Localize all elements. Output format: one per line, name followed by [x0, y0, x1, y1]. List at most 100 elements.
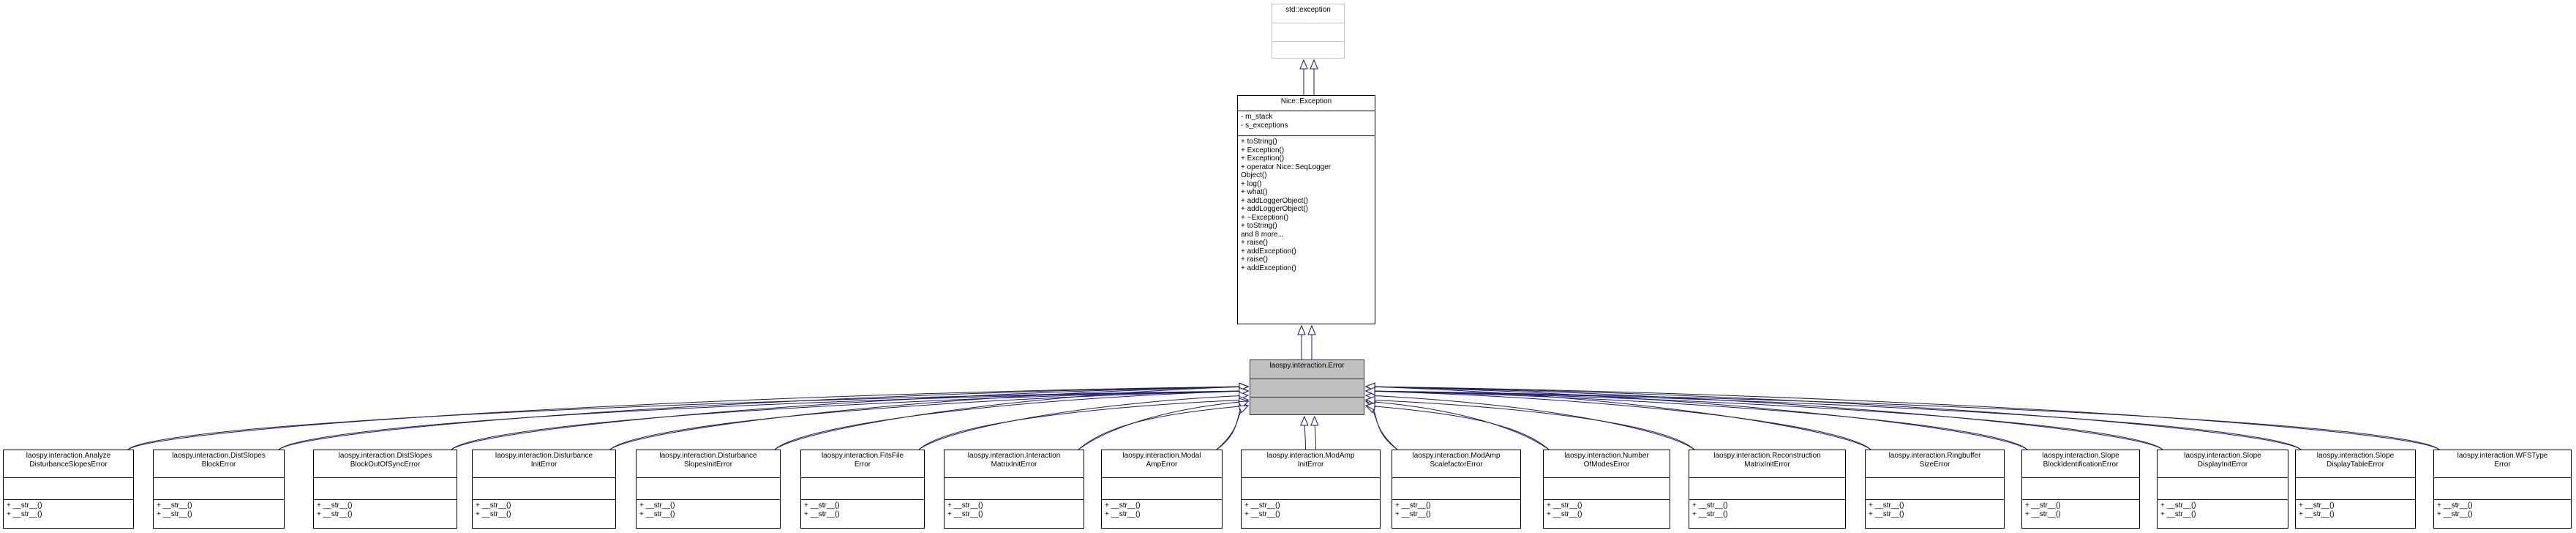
method: + __str__()	[1244, 510, 1280, 518]
class-nice-exception[interactable]: Nice::Exception- m_stack - s_exceptions+ …	[1237, 95, 1375, 324]
class-std-exception[interactable]: std::exception	[1272, 4, 1345, 59]
class-title: laospy.interaction.Modal AmpError	[1102, 450, 1222, 477]
class-methods: + __str__() + __str__()	[4, 499, 133, 529]
class-laospy-error[interactable]: laospy.interaction.Error	[1250, 359, 1364, 415]
class-title: laospy.interaction.WFSType Error	[2434, 450, 2571, 477]
method: + __str__()	[2025, 502, 2061, 510]
inheritance-arrow	[609, 391, 1248, 450]
class-name: SizeError	[1919, 460, 1950, 469]
inheritance-arrow	[1366, 387, 2302, 450]
method: + raise()	[1241, 256, 1268, 264]
class-methods: + __str__() + __str__()	[1689, 499, 1845, 529]
class-name: laospy.interaction.Reconstruction	[1713, 452, 1821, 460]
class-attrs	[1272, 23, 1344, 41]
attribute: - s_exceptions	[1241, 121, 1288, 130]
class-methods	[1250, 397, 1364, 416]
class-child[interactable]: laospy.interaction.Disturbance SlopesInit…	[636, 450, 781, 529]
class-attrs	[945, 477, 1084, 499]
class-title: laospy.interaction.DistSlopes BlockOutOfS…	[314, 450, 457, 477]
class-child[interactable]: laospy.interaction.Ringbuffer SizeError + …	[1865, 450, 2005, 529]
class-child[interactable]: laospy.interaction.ModAmp ScalefactorErro…	[1392, 450, 1521, 529]
method: + __str__()	[1692, 510, 1728, 518]
class-methods: + __str__() + __str__()	[1102, 499, 1222, 529]
attribute: - m_stack	[1241, 113, 1273, 121]
class-title: laospy.interaction.Slope DisplayInitError	[2158, 450, 2288, 477]
class-methods: + __str__() + __str__()	[314, 499, 457, 529]
class-attrs	[1544, 477, 1670, 499]
class-name: laospy.interaction.Slope	[2042, 452, 2119, 460]
class-name: laospy.interaction.DistSlopes	[172, 452, 266, 460]
class-methods: + __str__() + __str__()	[637, 499, 780, 529]
class-name: laospy.interaction.Slope	[2316, 452, 2395, 460]
method: + __str__()	[2437, 510, 2473, 518]
class-name: ScalefactorError	[1430, 460, 1483, 469]
class-methods: + __str__() + __str__()	[2434, 499, 2571, 529]
class-title: laospy.interaction.Ringbuffer SizeError	[1866, 450, 2004, 477]
class-child[interactable]: laospy.interaction.DistSlopes BlockOutOfS…	[313, 450, 457, 529]
class-name: SlopesInitError	[683, 460, 733, 469]
class-name: InitError	[1297, 460, 1324, 469]
class-name: laospy.interaction.Ringbuffer	[1888, 452, 1981, 460]
method: + __str__()	[7, 502, 42, 510]
method: + addLoggerObject()	[1241, 196, 1309, 205]
class-attrs	[314, 477, 457, 499]
class-child[interactable]: laospy.interaction.Interaction MatrixInit…	[944, 450, 1084, 529]
class-name: AmpError	[1146, 460, 1178, 469]
method: + __str__()	[7, 510, 42, 518]
class-name: Nice::Exception	[1280, 97, 1332, 105]
method: Object()	[1241, 171, 1267, 179]
method: + addException()	[1241, 247, 1296, 256]
class-title: laospy.interaction.Reconstruction MatrixI…	[1689, 450, 1845, 477]
class-attrs	[2296, 477, 2415, 499]
class-child[interactable]: laospy.interaction.FitsFile Error + __str_…	[800, 450, 925, 529]
class-name: MatrixInitError	[1744, 460, 1790, 469]
class-name: laospy.interaction.Analyze	[26, 452, 111, 460]
method: + __str__()	[804, 502, 840, 510]
class-methods: + __str__() + __str__()	[945, 499, 1084, 529]
class-title: laospy.interaction.DistSlopes BlockError	[154, 450, 284, 477]
inheritance-arrow	[1366, 391, 2440, 450]
class-methods: + __str__() + __str__()	[2022, 499, 2139, 529]
class-name: MatrixInitError	[991, 460, 1037, 469]
class-name: DisplayTableError	[2327, 460, 2384, 469]
class-attrs	[473, 477, 615, 499]
class-name: laospy.interaction.Modal	[1122, 452, 1201, 460]
class-child[interactable]: laospy.interaction.Disturbance InitError +…	[472, 450, 616, 529]
method: + __str__()	[476, 502, 511, 510]
inheritance-arrow	[278, 387, 1248, 450]
class-child[interactable]: laospy.interaction.Analyze DisturbanceSlo…	[3, 450, 134, 529]
class-child[interactable]: laospy.interaction.DistSlopes BlockError +…	[153, 450, 285, 529]
class-attrs	[2158, 477, 2288, 499]
class-attrs	[1250, 379, 1364, 397]
method: + what()	[1241, 188, 1268, 196]
class-child[interactable]: laospy.interaction.Number OfModesError + _…	[1543, 450, 1670, 529]
class-title: laospy.interaction.Error	[1250, 360, 1364, 379]
class-name: OfModesError	[1583, 460, 1630, 469]
class-child[interactable]: laospy.interaction.ModAmp InitError + __st…	[1241, 450, 1381, 529]
inheritance-arrow	[609, 387, 1248, 450]
method: + __str__()	[2299, 502, 2335, 510]
class-child[interactable]: laospy.interaction.Slope BlockIdentificat…	[2021, 450, 2140, 529]
class-child[interactable]: laospy.interaction.Slope DisplayInitError…	[2157, 450, 2288, 529]
method: + __str__()	[317, 502, 353, 510]
class-attrs	[801, 477, 924, 499]
method: + __str__()	[804, 510, 840, 518]
class-child[interactable]: laospy.interaction.Modal AmpError + __str_…	[1101, 450, 1223, 529]
class-methods: + __str__() + __str__()	[473, 499, 615, 529]
class-name: std::exception	[1285, 6, 1331, 14]
method: + __str__()	[1869, 510, 1904, 518]
class-name: DisturbanceSlopesError	[29, 460, 108, 469]
class-title: laospy.interaction.Slope DisplayTableErro…	[2296, 450, 2415, 477]
class-child[interactable]: laospy.interaction.Reconstruction MatrixI…	[1689, 450, 1846, 529]
class-child[interactable]: laospy.interaction.Slope DisplayTableErro…	[2295, 450, 2416, 529]
inheritance-arrow	[1315, 417, 1316, 450]
class-child[interactable]: laospy.interaction.WFSType Error + __str__…	[2433, 450, 2572, 529]
method: + __str__()	[1244, 502, 1280, 510]
class-name: Error	[2494, 460, 2511, 469]
method: + __str__()	[639, 510, 675, 518]
class-title: laospy.interaction.Analyze DisturbanceSlo…	[4, 450, 133, 477]
method: + raise()	[1241, 239, 1268, 247]
class-name: laospy.interaction.Slope	[2184, 452, 2261, 460]
method: + __str__()	[2160, 502, 2196, 510]
method: + toString()	[1241, 222, 1277, 230]
